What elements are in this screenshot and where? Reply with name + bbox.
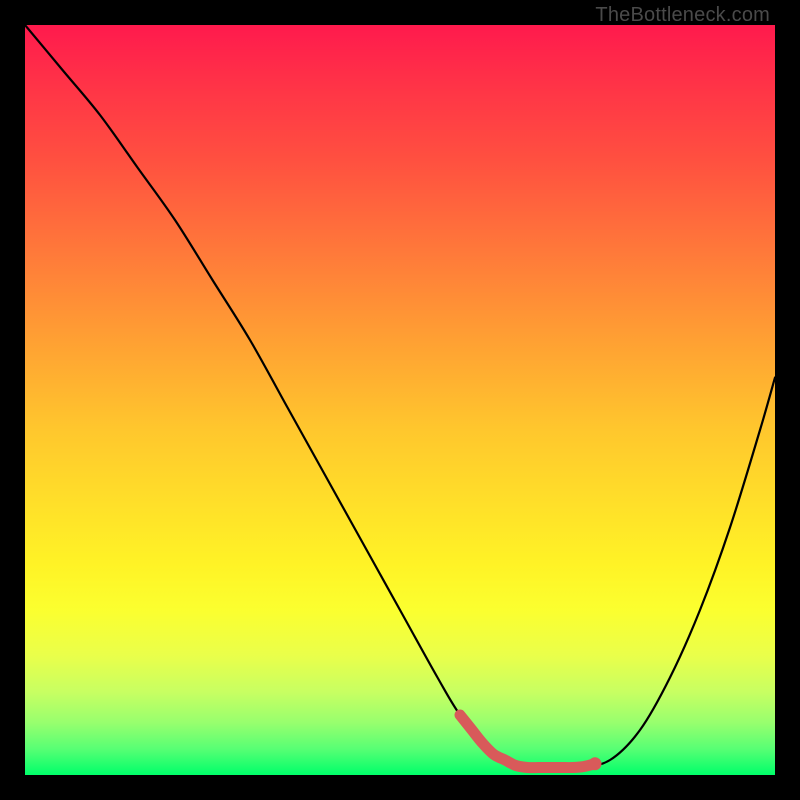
highlight-segment bbox=[460, 715, 595, 768]
chart-canvas: TheBottleneck.com bbox=[0, 0, 800, 800]
highlight-dot bbox=[589, 757, 602, 770]
curve-svg bbox=[25, 25, 775, 775]
bottleneck-curve bbox=[25, 25, 775, 769]
plot-area bbox=[25, 25, 775, 775]
watermark-text: TheBottleneck.com bbox=[595, 4, 770, 27]
